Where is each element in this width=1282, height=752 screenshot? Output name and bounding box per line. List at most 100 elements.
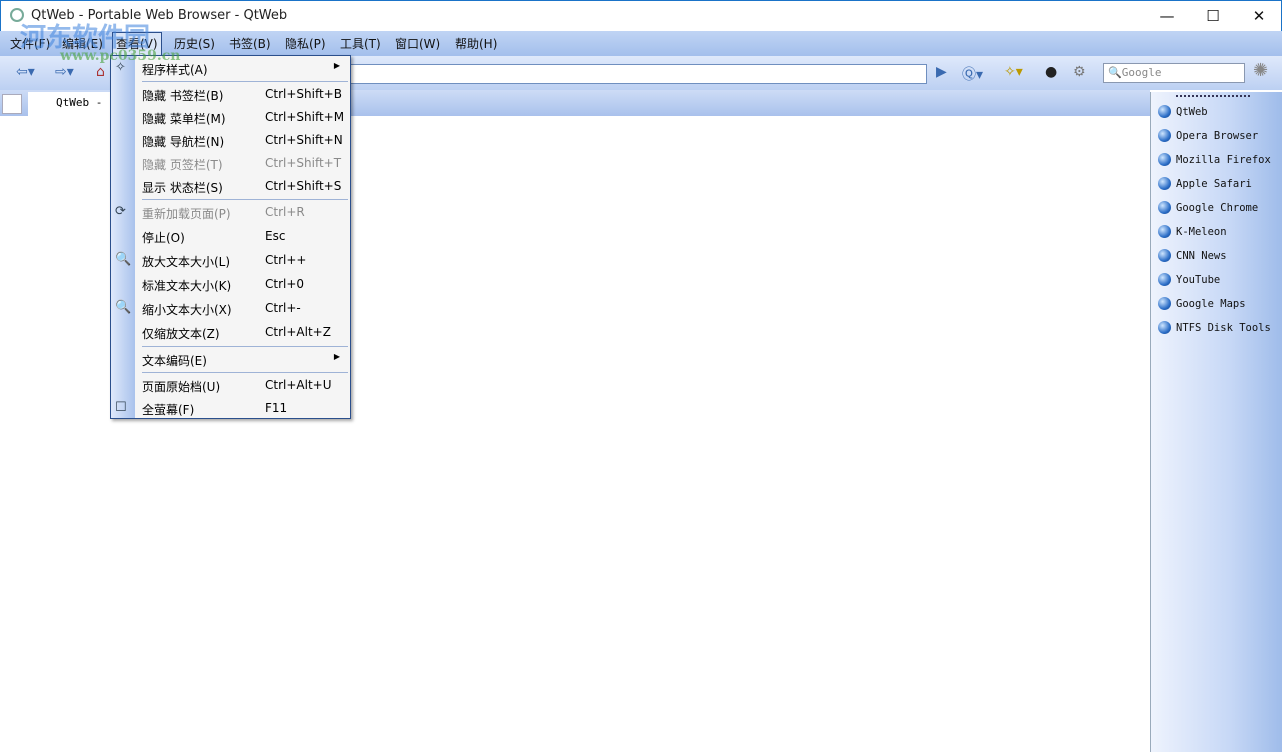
menu-8[interactable]: 帮助(H) (455, 35, 497, 52)
globe-icon (1158, 129, 1171, 142)
menu-item-shortcut: Ctrl+Alt+U (265, 378, 332, 392)
menu-item[interactable]: 隐藏 菜单栏(M) Ctrl+Shift+M (111, 106, 350, 129)
menu-item[interactable]: 仅缩放文本(Z) Ctrl+Alt+Z (111, 321, 350, 344)
menu-item-shortcut: Ctrl+0 (265, 277, 305, 291)
menu-item[interactable]: 隐藏 书签栏(B) Ctrl+Shift+B (111, 83, 350, 106)
menu-item[interactable]: 页面原始档(U) Ctrl+Alt+U (111, 374, 350, 397)
menu-item-label: 隐藏 导航栏(N) (142, 135, 225, 149)
menu-item-shortcut: Ctrl+Shift+N (265, 133, 343, 147)
menu-item[interactable]: 🔍 放大文本大小(L) Ctrl++ (111, 249, 350, 272)
bookmark-item[interactable]: YouTube (1158, 273, 1220, 286)
bookmark-label: QtWeb (1176, 105, 1208, 118)
bookmark-item[interactable]: QtWeb (1158, 105, 1208, 118)
menu-item-label: 隐藏 书签栏(B) (142, 89, 224, 103)
menu-item[interactable]: 显示 状态栏(S) Ctrl+Shift+S (111, 175, 350, 198)
menu-item[interactable]: ⟳ 重新加载页面(P) Ctrl+R (111, 201, 350, 224)
menu-item-shortcut: Ctrl+Shift+S (265, 179, 342, 193)
bookmark-label: Opera Browser (1176, 129, 1259, 142)
menu-separator (142, 81, 348, 82)
menu-item-shortcut: Ctrl+Alt+Z (265, 325, 331, 339)
menu-item[interactable]: 隐藏 页签栏(T) Ctrl+Shift+T (111, 152, 350, 175)
bookmark-label: NTFS Disk Tools (1176, 321, 1271, 334)
bookmark-item[interactable]: Opera Browser (1158, 129, 1258, 142)
menu-item[interactable]: 文本编码(E) ▶ (111, 348, 350, 371)
menu-item-shortcut: Ctrl+R (265, 205, 305, 219)
go-icon[interactable]: ▶ (936, 64, 947, 80)
bookmark-item[interactable]: CNN News (1158, 249, 1227, 262)
bookmark-item[interactable]: Apple Safari (1158, 177, 1252, 190)
settings-gear-icon[interactable]: ⚙ (1073, 64, 1086, 80)
globe-icon (1158, 297, 1171, 310)
home-icon[interactable]: ⌂ (96, 64, 105, 80)
bookmark-label: Google Maps (1176, 297, 1246, 310)
privacy-icon[interactable]: ● (1045, 64, 1057, 80)
menu-item-label: 缩小文本大小(X) (142, 303, 232, 317)
menu-item-label: 仅缩放文本(Z) (142, 327, 220, 341)
menu-item-label: 隐藏 菜单栏(M) (142, 112, 226, 126)
submenu-arrow-icon: ▶ (333, 61, 340, 70)
menu-item[interactable]: 停止(O) Esc (111, 225, 350, 248)
menu-4[interactable]: 书签(B) (229, 35, 271, 52)
menu-6[interactable]: 工具(T) (340, 35, 381, 52)
menu-5[interactable]: 隐私(P) (285, 35, 326, 52)
zoom-out-icon: 🔍 (115, 300, 132, 315)
globe-icon (1158, 201, 1171, 214)
minimize-button[interactable]: — (1144, 1, 1190, 31)
bookmark-item[interactable]: Google Maps (1158, 297, 1246, 310)
bookmark-item[interactable]: NTFS Disk Tools (1158, 321, 1271, 334)
globe-icon (1158, 249, 1171, 262)
qtweb-menu-icon[interactable]: Ⓠ▾ (962, 64, 983, 84)
menu-item[interactable]: 🔍 缩小文本大小(X) Ctrl+- (111, 297, 350, 320)
checkbox-icon: ☐ (115, 400, 127, 415)
menu-item-label: 全萤幕(F) (142, 403, 195, 417)
menu-item-label: 停止(O) (142, 231, 185, 245)
globe-icon (1158, 273, 1171, 286)
bookmarks-sidebar: QtWeb Opera Browser Mozilla Firefox Apple S… (1150, 92, 1282, 752)
magic-wand-icon[interactable]: ✧▾ (1004, 64, 1023, 80)
globe-icon (1158, 177, 1171, 190)
menu-item-label: 标准文本大小(K) (142, 279, 232, 293)
globe-icon (1158, 153, 1171, 166)
menu-item[interactable]: 隐藏 导航栏(N) Ctrl+Shift+N (111, 129, 350, 152)
menu-bar: 文件(F) 编辑(E) 查看(V) 历史(S) 书签(B) 隐私(P) 工具(T) 窗口(W)… (0, 31, 1282, 56)
view-menu-dropdown: ✧ 程序样式(A) ▶ 隐藏 书签栏(B) Ctrl+Shift+B 隐藏 菜单栏(M) C… (110, 55, 351, 419)
menu-item-shortcut: Ctrl+Shift+M (265, 110, 345, 124)
tab-qtweb[interactable]: QtWeb - P (28, 92, 118, 116)
menu-item-shortcut: F11 (265, 401, 288, 415)
menu-item-shortcut: Ctrl+Shift+B (265, 87, 342, 101)
menu-item-label: 显示 状态栏(S) (142, 181, 223, 195)
bookmark-item[interactable]: Google Chrome (1158, 201, 1258, 214)
menu-item-label: 页面原始档(U) (142, 380, 221, 394)
menu-item-shortcut: Ctrl+- (265, 301, 301, 315)
close-button[interactable]: ✕ (1236, 1, 1282, 31)
bookmark-item[interactable]: Mozilla Firefox (1158, 153, 1271, 166)
bookmark-item[interactable]: K-Meleon (1158, 225, 1227, 238)
watermark-url: www.pc0359.cn (60, 48, 181, 64)
reload-icon: ⟳ (115, 204, 126, 219)
menu-item-shortcut: Esc (265, 229, 286, 243)
menu-item[interactable]: ☐ 全萤幕(F) F11 (111, 397, 350, 420)
bookmark-label: CNN News (1176, 249, 1227, 262)
search-input[interactable]: 🔍Google (1103, 63, 1245, 83)
globe-icon (1158, 225, 1171, 238)
bookmark-label: K-Meleon (1176, 225, 1227, 238)
globe-icon (1158, 321, 1171, 334)
menu-item[interactable]: 标准文本大小(K) Ctrl+0 (111, 273, 350, 296)
menu-item-label: 隐藏 页签栏(T) (142, 158, 223, 172)
menu-7[interactable]: 窗口(W) (395, 35, 440, 52)
back-icon[interactable]: ⇦▾ (16, 64, 35, 80)
menu-separator (142, 372, 348, 373)
maximize-button[interactable]: ☐ (1190, 1, 1236, 31)
globe-icon (1158, 105, 1171, 118)
forward-icon[interactable]: ⇨▾ (55, 64, 74, 80)
menu-item-shortcut: Ctrl+Shift+T (265, 156, 342, 170)
new-tab-button[interactable] (2, 94, 22, 114)
sidebar-drag-handle[interactable] (1176, 95, 1250, 97)
menu-separator (142, 346, 348, 347)
bookmark-label: Apple Safari (1176, 177, 1252, 190)
address-input[interactable] (345, 64, 927, 84)
menu-item-label: 文本编码(E) (142, 354, 207, 368)
menu-item-shortcut: Ctrl++ (265, 253, 307, 267)
submenu-arrow-icon: ▶ (333, 352, 340, 361)
tab-label: QtWeb - P (56, 96, 116, 109)
